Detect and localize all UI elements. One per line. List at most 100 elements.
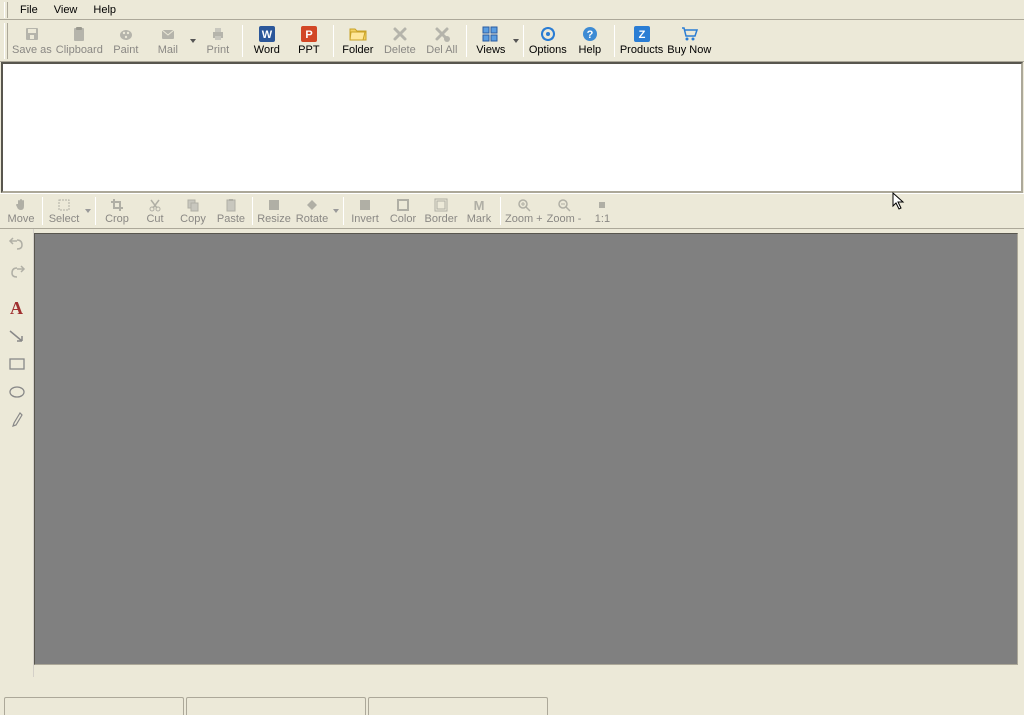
menu-view[interactable]: View: [46, 2, 86, 18]
delete-button[interactable]: Delete: [379, 22, 421, 60]
paste-label: Paste: [217, 214, 245, 225]
del-all-button[interactable]: Del All: [421, 22, 463, 60]
cut-icon: [147, 198, 163, 212]
rotate-button[interactable]: Rotate: [293, 195, 331, 227]
svg-text:Z: Z: [638, 29, 645, 41]
zoom-out-button[interactable]: Zoom -: [545, 195, 584, 227]
save-as-button[interactable]: Save as: [10, 22, 54, 60]
editor-section: Move Select Crop Cut: [0, 193, 1024, 677]
clipboard-button[interactable]: Clipboard: [54, 22, 105, 60]
canvas[interactable]: [34, 233, 1018, 665]
resize-button[interactable]: Resize: [255, 195, 293, 227]
ratio-icon: [594, 198, 610, 212]
print-button[interactable]: Print: [197, 22, 239, 60]
products-label: Products: [620, 45, 663, 56]
toolbar-separator: [523, 25, 524, 57]
edit-separator: [252, 197, 253, 225]
menu-help[interactable]: Help: [85, 2, 124, 18]
zoom-in-label: Zoom +: [505, 214, 543, 225]
border-button[interactable]: Border: [422, 195, 460, 227]
paste-button[interactable]: Paste: [212, 195, 250, 227]
delete-icon: [391, 25, 409, 43]
help-icon: ?: [581, 25, 599, 43]
save-as-label: Save as: [12, 45, 52, 56]
rotate-dropdown[interactable]: [331, 195, 341, 227]
clipboard-icon: [70, 25, 88, 43]
arrow-tool-button[interactable]: [4, 325, 30, 347]
rotate-icon: [304, 198, 320, 212]
arrow-icon: [8, 329, 26, 343]
ppt-button[interactable]: P PPT: [288, 22, 330, 60]
views-dropdown[interactable]: [512, 22, 520, 60]
crop-button[interactable]: Crop: [98, 195, 136, 227]
word-icon: W: [258, 25, 276, 43]
status-tab[interactable]: [368, 697, 548, 715]
mail-dropdown[interactable]: [189, 22, 197, 60]
status-tab[interactable]: [4, 697, 184, 715]
copy-button[interactable]: Copy: [174, 195, 212, 227]
move-button[interactable]: Move: [2, 195, 40, 227]
pen-icon: [10, 411, 24, 429]
rotate-label: Rotate: [296, 214, 328, 225]
save-icon: [23, 25, 41, 43]
undo-icon: [8, 237, 26, 251]
border-label: Border: [424, 214, 457, 225]
tool-sidebar: A: [0, 229, 34, 677]
toolbar-separator: [333, 25, 334, 57]
views-icon: [482, 25, 500, 43]
ellipse-tool-button[interactable]: [4, 381, 30, 403]
cut-button[interactable]: Cut: [136, 195, 174, 227]
rect-icon: [8, 357, 26, 371]
move-label: Move: [8, 214, 35, 225]
toolbar-separator: [614, 25, 615, 57]
toolbar-separator: [242, 25, 243, 57]
border-icon: [433, 198, 449, 212]
help-button[interactable]: ? Help: [569, 22, 611, 60]
edit-separator: [95, 197, 96, 225]
resize-icon: [266, 198, 282, 212]
edit-separator: [500, 197, 501, 225]
invert-icon: [357, 198, 373, 212]
del-all-icon: [433, 25, 451, 43]
ellipse-icon: [8, 385, 26, 399]
rect-tool-button[interactable]: [4, 353, 30, 375]
hand-icon: [13, 198, 29, 212]
status-tab[interactable]: [186, 697, 366, 715]
select-button[interactable]: Select: [45, 195, 83, 227]
products-button[interactable]: Z Products: [618, 22, 665, 60]
paste-icon: [223, 198, 239, 212]
color-button[interactable]: Color: [384, 195, 422, 227]
ppt-icon: P: [300, 25, 318, 43]
one-to-one-button[interactable]: 1:1: [583, 195, 621, 227]
folder-button[interactable]: Folder: [337, 22, 379, 60]
paint-button[interactable]: Paint: [105, 22, 147, 60]
folder-icon: [349, 25, 367, 43]
redo-icon: [8, 265, 26, 279]
word-button[interactable]: W Word: [246, 22, 288, 60]
invert-button[interactable]: Invert: [346, 195, 384, 227]
paint-label: Paint: [113, 45, 138, 56]
views-button[interactable]: Views: [470, 22, 512, 60]
cut-label: Cut: [146, 214, 163, 225]
zoom-in-icon: [516, 198, 532, 212]
options-button[interactable]: Options: [527, 22, 569, 60]
menu-file[interactable]: File: [12, 2, 46, 18]
pen-tool-button[interactable]: [4, 409, 30, 431]
undo-button[interactable]: [4, 233, 30, 255]
menu-bar: File View Help: [0, 0, 1024, 20]
clipboard-label: Clipboard: [56, 45, 103, 56]
del-all-label: Del All: [426, 45, 457, 56]
zoom-out-icon: [556, 198, 572, 212]
print-label: Print: [207, 45, 230, 56]
mark-button[interactable]: M Mark: [460, 195, 498, 227]
redo-button[interactable]: [4, 261, 30, 283]
print-icon: [209, 25, 227, 43]
svg-text:P: P: [305, 29, 312, 41]
status-bar: [0, 691, 1024, 715]
select-dropdown[interactable]: [83, 195, 93, 227]
workspace: A: [0, 229, 1024, 677]
text-tool-button[interactable]: A: [4, 297, 30, 319]
mail-button[interactable]: Mail: [147, 22, 189, 60]
zoom-in-button[interactable]: Zoom +: [503, 195, 545, 227]
buy-now-button[interactable]: Buy Now: [665, 22, 713, 60]
